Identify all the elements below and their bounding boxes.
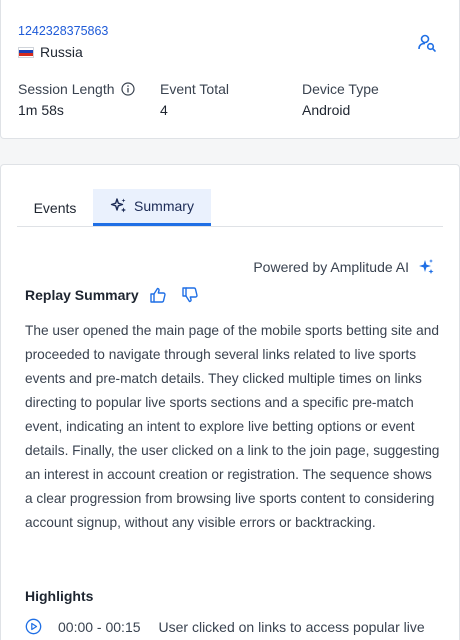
replay-panel: Events Summary Powered by Amplitude AI R…: [0, 164, 460, 640]
stat-label: Device Type: [302, 81, 379, 97]
russia-flag-icon: [18, 46, 34, 58]
tab-label: Events: [33, 199, 77, 216]
session-info-card: 1242328375863 Russia Session Length 1m 5…: [0, 0, 460, 139]
highlight-time: 00:00 - 00:15: [58, 618, 141, 635]
info-icon[interactable]: [120, 82, 135, 96]
stat-session-length: Session Length 1m 58s: [18, 81, 135, 118]
tab-summary[interactable]: Summary: [93, 189, 211, 226]
feedback-buttons: [149, 286, 199, 304]
user-id-link[interactable]: 1242328375863: [18, 24, 108, 38]
play-icon[interactable]: [25, 618, 42, 635]
ai-sparkle-icon: [419, 259, 434, 274]
powered-by-label: Powered by Amplitude AI: [253, 259, 409, 275]
user-search-icon[interactable]: [417, 33, 437, 53]
replay-summary-text: The user opened the main page of the mob…: [25, 323, 440, 530]
thumbs-down-icon[interactable]: [181, 286, 199, 304]
stat-label: Event Total: [160, 81, 230, 97]
powered-by: Powered by Amplitude AI: [253, 258, 435, 276]
highlight-item[interactable]: 00:00 - 00:15 User clicked on links to a…: [25, 618, 425, 635]
country-label: Russia: [40, 44, 83, 60]
highlight-text: User clicked on links to access popular …: [158, 618, 425, 635]
tab-bar: Events Summary: [17, 189, 443, 227]
sparkle-icon: [110, 198, 127, 213]
highlights-title: Highlights: [25, 588, 94, 604]
stat-device-type: Device Type Android: [302, 81, 379, 118]
stat-label: Session Length: [18, 81, 115, 97]
stat-event-total: Event Total 4: [160, 81, 229, 118]
tab-label: Summary: [134, 198, 194, 214]
tab-events[interactable]: Events: [17, 189, 93, 226]
user-country: Russia: [18, 44, 83, 60]
thumbs-up-icon[interactable]: [149, 286, 167, 304]
stat-value: 4: [160, 102, 168, 118]
stat-value: Android: [302, 102, 351, 118]
replay-summary-title: Replay Summary: [25, 287, 139, 303]
stat-value: 1m 58s: [18, 102, 64, 118]
